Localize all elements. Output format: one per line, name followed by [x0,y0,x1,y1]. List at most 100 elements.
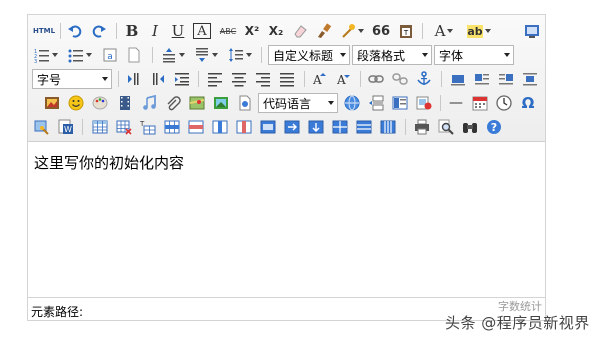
mergeright-button[interactable] [282,117,302,137]
insertorderedlist-button[interactable]: 123 [32,45,60,65]
strikethrough-button[interactable]: ABC [217,21,239,41]
custom-style-select[interactable]: 自定义标题 [268,45,350,65]
unlink-icon [392,73,408,85]
scrawl-button[interactable] [90,93,110,113]
font-family-select[interactable]: 字体 [434,45,514,65]
deleterow-button[interactable] [186,117,206,137]
cleardoc-button[interactable] [124,45,144,65]
underline-button[interactable]: U [169,21,187,41]
italic-button[interactable]: I [146,21,164,41]
editor-content[interactable]: 这里写你的初始化内容 [34,152,184,173]
insertvideo-button[interactable] [115,93,135,113]
deletetable-button[interactable] [114,117,134,137]
superscript-button[interactable]: X² [242,21,262,41]
wordimage-button[interactable] [32,117,52,137]
fontborder-button[interactable]: A [193,23,211,39]
preview-button[interactable] [436,117,456,137]
paperclip-icon [167,96,181,111]
help-button[interactable]: ? [484,117,504,137]
magnifier-icon [438,119,454,135]
separator [60,23,61,39]
map-button[interactable] [187,93,207,113]
split-cells-icon [332,120,348,134]
removeformat-button[interactable] [290,21,310,41]
pagebreak-button[interactable] [366,93,386,113]
html-source-button[interactable]: HTML [32,21,56,41]
splittocells-button[interactable] [330,117,350,137]
word-paste-button[interactable]: W [56,117,76,137]
template-button[interactable] [390,93,410,113]
touppercase-button[interactable]: A [310,69,330,89]
horizontal-rule-button[interactable]: — [446,93,466,113]
mergecells-button[interactable] [258,117,278,137]
justifyleft-button[interactable] [205,69,225,89]
code-language-select[interactable]: 代码语言 [258,93,338,113]
separator [405,119,406,135]
music-button[interactable] [139,93,159,113]
svg-text:T: T [403,29,409,37]
palette-icon [92,96,108,110]
justifyright-button[interactable] [253,69,273,89]
mergedown-button[interactable] [306,117,326,137]
redo-button[interactable] [89,21,109,41]
splittorows-button[interactable] [354,117,374,137]
time-button[interactable] [494,93,514,113]
binoculars-icon [463,123,477,133]
imagenone-button[interactable] [448,69,468,89]
inserttable-button[interactable] [90,117,110,137]
toolbar-row-4: 代码语言 — Ω [28,91,545,115]
splittocols-button[interactable] [378,117,398,137]
indent-button[interactable] [172,69,192,89]
fullscreen-button[interactable] [522,21,542,41]
gmap-button[interactable] [211,93,231,113]
lineheight-button[interactable] [226,45,254,65]
anchor-button[interactable] [414,69,434,89]
backcolor-button[interactable]: ab [464,21,494,41]
directionalityltr-button[interactable] [124,69,144,89]
special-char-button[interactable]: Ω [518,93,538,113]
insertcol-button[interactable] [210,117,230,137]
selectall-button[interactable]: a [100,45,120,65]
rowspacingbottom-button[interactable] [192,45,220,65]
paragraph-format-select[interactable]: 段落格式 [352,45,432,65]
pasteplain-button[interactable]: T [396,21,416,41]
link-button[interactable] [366,69,386,89]
insertparagraphbeforetable-button[interactable]: T [138,117,158,137]
undo-button[interactable] [65,21,85,41]
rowspacingtop-button[interactable] [159,45,187,65]
subscript-button[interactable]: X₂ [266,21,286,41]
deletecol-button[interactable] [234,117,254,137]
attachment-button[interactable] [163,93,183,113]
imageright-button[interactable] [496,69,516,89]
page-break-icon [369,95,384,111]
insertimage-button[interactable] [42,93,62,113]
tolowercase-button[interactable]: A [334,69,354,89]
justifyjustify-button[interactable] [277,69,297,89]
justifycenter-button[interactable] [229,69,249,89]
unlink-button[interactable] [390,69,410,89]
imagecenter-button[interactable] [520,69,540,89]
insertunorderedlist-button[interactable] [66,45,94,65]
emotion-button[interactable] [66,93,86,113]
print-button[interactable] [412,117,432,137]
directionalityrtl-button[interactable] [148,69,168,89]
blockquote-button[interactable]: 66 [372,21,390,41]
bold-button[interactable]: B [123,21,141,41]
delete-row-icon [188,120,204,134]
searchreplace-button[interactable] [460,117,480,137]
font-size-select[interactable]: 字号 [32,69,112,89]
uppercase-icon: A [312,73,326,87]
insert-column-icon [212,120,228,134]
formatmatch-button[interactable] [314,21,334,41]
toolbar-row-2: 123 a 自定义标题 段落格式 字体 [28,43,545,67]
date-button[interactable] [470,93,490,113]
forecolor-button[interactable]: A [430,21,458,41]
toolbar-row-3: 字号 A A [28,67,545,91]
insertframe-button[interactable] [235,93,255,113]
link-icon [368,75,384,83]
background-button[interactable] [414,93,434,113]
imageleft-button[interactable] [472,69,492,89]
autotypeset-button[interactable] [338,21,366,41]
webapp-button[interactable] [342,93,362,113]
insertrow-button[interactable] [162,117,182,137]
